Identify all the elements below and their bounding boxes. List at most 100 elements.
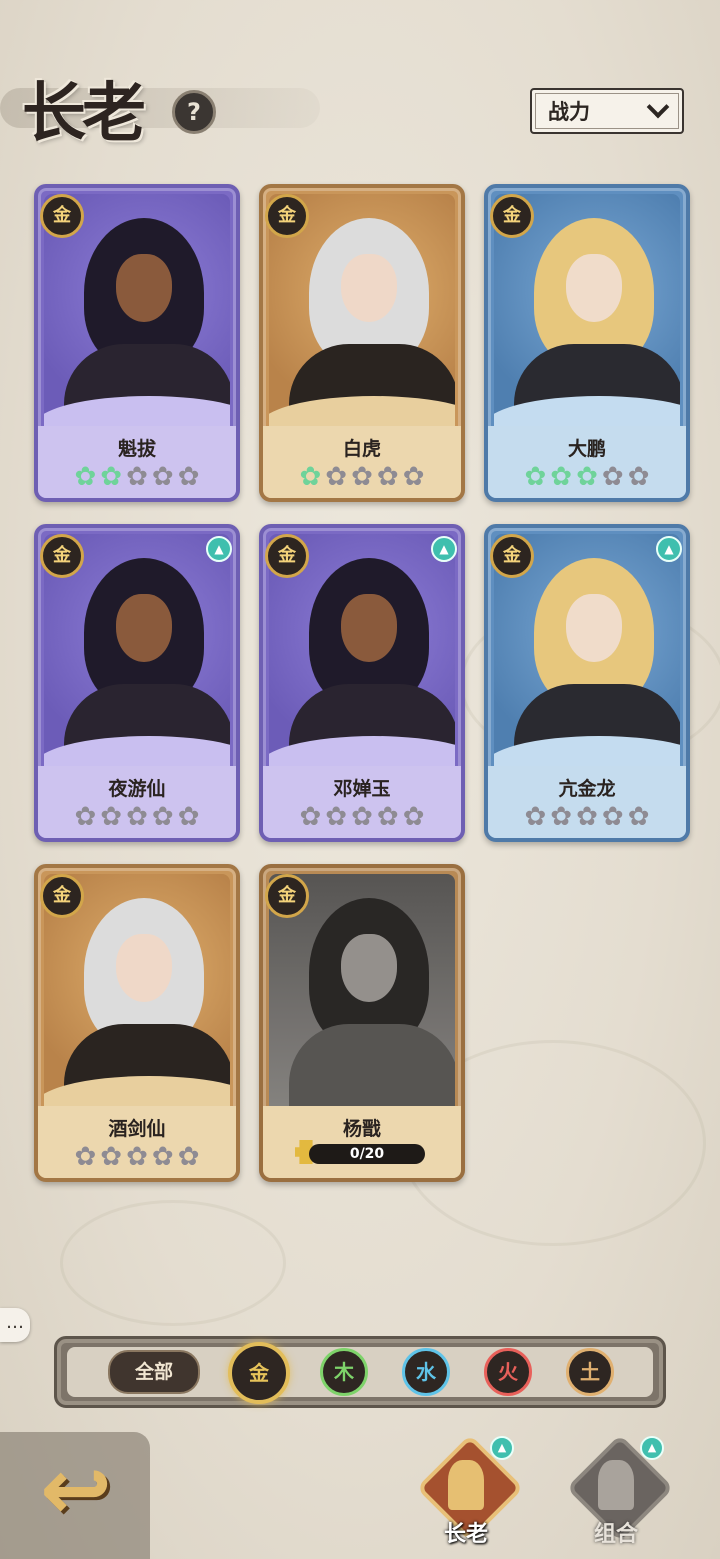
star-empty-icon: ✿ <box>177 802 200 832</box>
star-empty-icon: ✿ <box>524 802 547 832</box>
page-title: 长老 <box>22 76 146 151</box>
hero-nameplate: 白虎 ✿ ✿ ✿ ✿ ✿ <box>263 426 461 498</box>
character-silhouette-icon <box>448 1460 484 1510</box>
hero-card[interactable]: 金白虎 ✿ ✿ ✿ ✿ ✿ <box>259 184 465 502</box>
star-rating: ✿ ✿ ✿ ✿ ✿ <box>38 464 236 490</box>
portrait-face <box>566 254 622 322</box>
sort-selected-label: 战力 <box>548 100 590 124</box>
background-cloud-decoration <box>60 1200 286 1326</box>
hero-name: 魁拔 <box>117 438 156 460</box>
hero-card[interactable]: 金 ▲ 邓婵玉 ✿ ✿ ✿ ✿ ✿ <box>259 524 465 842</box>
hero-nameplate: 酒剑仙 ✿ ✿ ✿ ✿ ✿ <box>38 1106 236 1178</box>
nav-tab-1[interactable]: 组合 ▲ <box>566 1432 674 1559</box>
hero-nameplate: 夜游仙 ✿ ✿ ✿ ✿ ✿ <box>38 766 236 838</box>
star-empty-icon: ✿ <box>74 802 97 832</box>
back-arrow-icon[interactable]: ↩ <box>40 1447 140 1533</box>
hero-card[interactable]: 金 ▲ 夜游仙 ✿ ✿ ✿ ✿ ✿ <box>34 524 240 842</box>
star-empty-icon: ✿ <box>151 802 174 832</box>
help-button[interactable]: ? <box>172 90 216 134</box>
upgrade-arrow-icon: ▲ <box>490 1436 514 1460</box>
portrait-face <box>116 254 172 322</box>
star-empty-icon: ✿ <box>376 462 399 492</box>
upgrade-arrow-icon: ▲ <box>206 536 232 562</box>
hero-card[interactable]: 金 ▲ 亢金龙 ✿ ✿ ✿ ✿ ✿ <box>484 524 690 842</box>
star-empty-icon: ✿ <box>601 462 624 492</box>
shard-progress-bar: 0/20 <box>309 1144 425 1164</box>
star-empty-icon: ✿ <box>151 462 174 492</box>
hero-nameplate: 大鹏 ✿ ✿ ✿ ✿ ✿ <box>488 426 686 498</box>
star-empty-icon: ✿ <box>402 802 425 832</box>
hero-card[interactable]: 金酒剑仙 ✿ ✿ ✿ ✿ ✿ <box>34 864 240 1182</box>
star-filled-icon: ✿ <box>524 462 547 492</box>
hero-nameplate: 亢金龙 ✿ ✿ ✿ ✿ ✿ <box>488 766 686 838</box>
portrait-face <box>341 254 397 322</box>
filter-all-button[interactable]: 全部 <box>108 1350 200 1394</box>
star-empty-icon: ✿ <box>177 462 200 492</box>
hero-name: 白虎 <box>342 438 381 460</box>
portrait-face <box>341 934 397 1002</box>
star-rating: ✿ ✿ ✿ ✿ ✿ <box>488 804 686 830</box>
star-empty-icon: ✿ <box>351 462 373 492</box>
upgrade-arrow-icon: ▲ <box>431 536 457 562</box>
nav-tab-0[interactable]: 长老 ▲ <box>416 1432 524 1559</box>
star-filled-icon: ✿ <box>576 462 598 492</box>
nav-tab-label: 长老 <box>443 1522 488 1547</box>
star-empty-icon: ✿ <box>402 462 425 492</box>
nav-tab-label: 组合 <box>593 1522 638 1547</box>
filter-element-1[interactable]: 木 <box>320 1348 368 1396</box>
upgrade-arrow-icon: ▲ <box>656 536 682 562</box>
star-empty-icon: ✿ <box>601 802 624 832</box>
star-empty-icon: ✿ <box>74 1142 97 1172</box>
hero-card[interactable]: 金魁拔 ✿ ✿ ✿ ✿ ✿ <box>34 184 240 502</box>
element-gold-badge: 金 <box>490 534 534 578</box>
hero-nameplate: 邓婵玉 ✿ ✿ ✿ ✿ ✿ <box>263 766 461 838</box>
star-rating: ✿ ✿ ✿ ✿ ✿ <box>263 464 461 490</box>
star-empty-icon: ✿ <box>151 1142 174 1172</box>
hero-name: 邓婵玉 <box>333 778 391 800</box>
star-filled-icon: ✿ <box>100 462 123 492</box>
portrait-face <box>116 934 172 1002</box>
filter-element-0[interactable]: 金 <box>228 1342 290 1404</box>
element-gold-badge: 金 <box>40 874 84 918</box>
star-empty-icon: ✿ <box>177 1142 200 1172</box>
hero-nameplate: 杨戬 0/20 <box>263 1106 461 1178</box>
star-empty-icon: ✿ <box>126 802 148 832</box>
filter-element-4[interactable]: 土 <box>566 1348 614 1396</box>
element-gold-badge: 金 <box>265 194 309 238</box>
filter-element-3[interactable]: 火 <box>484 1348 532 1396</box>
star-empty-icon: ✿ <box>550 802 573 832</box>
portrait-face <box>341 594 397 662</box>
star-rating: ✿ ✿ ✿ ✿ ✿ <box>38 804 236 830</box>
element-gold-badge: 金 <box>40 194 84 238</box>
star-empty-icon: ✿ <box>299 802 322 832</box>
chat-bubble-icon[interactable]: … <box>0 1308 30 1342</box>
character-silhouette-icon <box>598 1460 634 1510</box>
chevron-down-icon <box>646 95 670 119</box>
star-empty-icon: ✿ <box>576 802 598 832</box>
star-rating: ✿ ✿ ✿ ✿ ✿ <box>38 1144 236 1170</box>
hero-card[interactable]: 金杨戬 0/20 <box>259 864 465 1182</box>
element-gold-badge: 金 <box>490 194 534 238</box>
star-empty-icon: ✿ <box>100 1142 123 1172</box>
filter-element-2[interactable]: 水 <box>402 1348 450 1396</box>
star-empty-icon: ✿ <box>100 802 123 832</box>
hero-name: 夜游仙 <box>108 778 166 800</box>
portrait-face <box>566 594 622 662</box>
element-gold-badge: 金 <box>40 534 84 578</box>
star-filled-icon: ✿ <box>299 462 322 492</box>
star-empty-icon: ✿ <box>627 802 650 832</box>
element-gold-badge: 金 <box>265 874 309 918</box>
hero-name: 亢金龙 <box>558 778 616 800</box>
hero-name: 杨戬 <box>342 1118 381 1140</box>
star-filled-icon: ✿ <box>550 462 573 492</box>
star-rating: ✿ ✿ ✿ ✿ ✿ <box>488 464 686 490</box>
hero-name: 酒剑仙 <box>108 1118 166 1140</box>
star-empty-icon: ✿ <box>627 462 650 492</box>
hero-card[interactable]: 金大鹏 ✿ ✿ ✿ ✿ ✿ <box>484 184 690 502</box>
star-filled-icon: ✿ <box>74 462 97 492</box>
hero-nameplate: 魁拔 ✿ ✿ ✿ ✿ ✿ <box>38 426 236 498</box>
star-rating: ✿ ✿ ✿ ✿ ✿ <box>263 804 461 830</box>
star-empty-icon: ✿ <box>325 802 348 832</box>
sort-dropdown[interactable]: 战力 <box>530 88 684 134</box>
element-gold-badge: 金 <box>265 534 309 578</box>
